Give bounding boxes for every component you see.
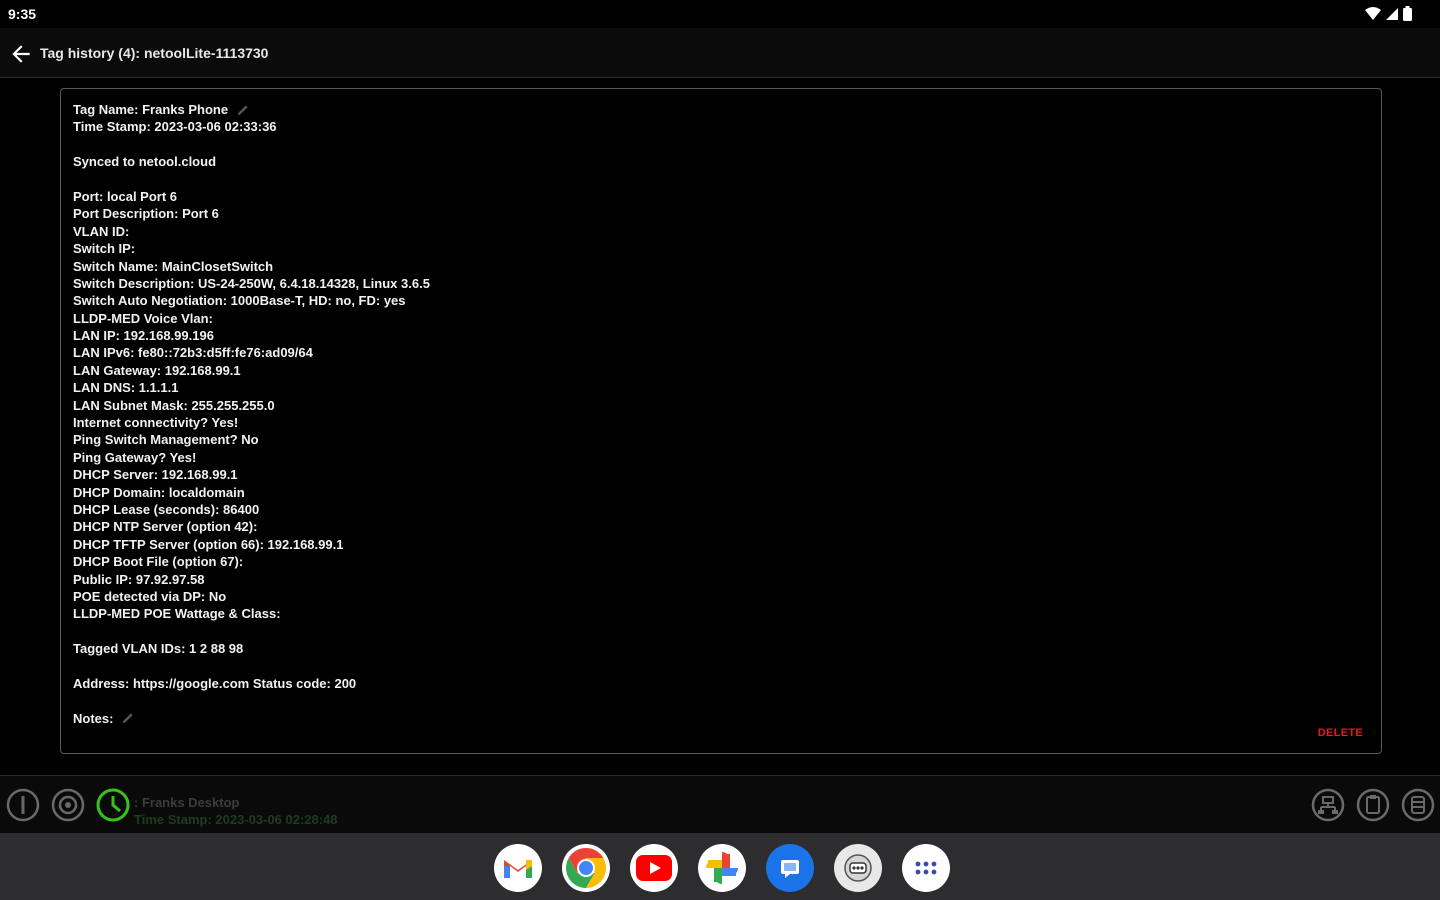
chrome-icon[interactable] — [562, 844, 610, 892]
detail-line: Port: local Port 6 — [73, 188, 178, 204]
address-status: Address: https://google.com Status code:… — [73, 675, 357, 691]
status-time: 9:35 — [8, 6, 37, 22]
detail-line: DHCP Boot File (option 67): — [73, 554, 244, 570]
detail-line: Switch IP: — [73, 241, 136, 257]
taskbar — [0, 833, 1440, 900]
edit-tag-name-icon[interactable] — [236, 103, 250, 117]
youtube-icon[interactable] — [630, 844, 678, 892]
detail-line: Switch Description: US-24-250W, 6.4.18.1… — [73, 275, 430, 291]
gmail-icon[interactable] — [494, 844, 542, 892]
status-bar: 9:35 — [0, 0, 1440, 28]
storage-icon[interactable] — [1401, 788, 1435, 822]
detail-line: Port Description: Port 6 — [73, 206, 219, 222]
page-title: Tag history (4): netoolLite-1113730 — [40, 45, 269, 61]
photos-icon[interactable] — [698, 844, 746, 892]
detail-line: Internet connectivity? Yes! — [73, 415, 239, 431]
tagged-vlans: Tagged VLAN IDs: 1 2 88 98 — [73, 641, 244, 657]
detail-line: DHCP Server: 192.168.99.1 — [73, 467, 238, 483]
synced-status: Synced to netool.cloud — [73, 154, 217, 170]
status-icons — [1365, 6, 1412, 21]
battery-icon — [1403, 6, 1412, 21]
network-icon[interactable] — [1311, 788, 1345, 822]
detail-list: Port: local Port 6 Port Description: Port… — [73, 188, 430, 623]
detail-line: Public IP: 97.92.97.58 — [73, 571, 205, 587]
signal-icon — [1386, 7, 1398, 20]
clipboard-icon[interactable] — [1356, 788, 1390, 822]
next-entry-time: Time Stamp: 2023-03-06 02:28:48 — [134, 812, 338, 827]
tag-name: Tag Name: Franks Phone — [73, 102, 229, 117]
detail-line: LLDP-MED Voice Vlan: — [73, 310, 213, 326]
detail-line: DHCP Lease (seconds): 86400 — [73, 501, 260, 517]
next-entry-name: : Franks Desktop — [134, 795, 240, 810]
detail-line: DHCP TFTP Server (option 66): 192.168.99… — [73, 536, 344, 552]
app-drawer-icon[interactable] — [902, 844, 950, 892]
next-entry-peek: : Franks Desktop Time Stamp: 2023-03-06 … — [134, 794, 338, 828]
messages-icon[interactable] — [766, 844, 814, 892]
detail-line: Switch Auto Negotiation: 1000Base-T, HD:… — [73, 293, 406, 309]
detail-line: LAN DNS: 1.1.1.1 — [73, 380, 179, 396]
detail-line: LAN IPv6: fe80::72b3:d5ff:fe76:ad09/64 — [73, 345, 313, 361]
tag-details: Tag Name: Franks Phone Time Stamp: 2023-… — [73, 101, 430, 727]
detail-line: POE detected via DP: No — [73, 588, 227, 604]
target-icon[interactable] — [51, 788, 85, 822]
detail-line: Ping Switch Management? No — [73, 432, 259, 448]
tag-name-line: Tag Name: Franks Phone — [73, 101, 430, 118]
edit-notes-icon[interactable] — [121, 711, 135, 725]
app-dock — [494, 844, 950, 892]
wifi-icon — [1365, 6, 1381, 20]
detail-line: DHCP Domain: localdomain — [73, 484, 245, 500]
app-bar: Tag history (4): netoolLite-1113730 — [0, 28, 1440, 78]
history-clock-icon[interactable] — [96, 788, 130, 822]
bottom-action-bar: : Franks Desktop Time Stamp: 2023-03-06 … — [0, 775, 1440, 833]
info-icon[interactable] — [6, 788, 40, 822]
detail-line: LAN Subnet Mask: 255.255.255.0 — [73, 397, 275, 413]
notes-label: Notes: — [73, 710, 114, 726]
tag-history-card: Tag Name: Franks Phone Time Stamp: 2023-… — [60, 88, 1382, 754]
detail-line: LAN IP: 192.168.99.196 — [73, 328, 214, 344]
detail-line: VLAN ID: — [73, 223, 130, 239]
detail-line: Ping Gateway? Yes! — [73, 449, 197, 465]
time-stamp: Time Stamp: 2023-03-06 02:33:36 — [73, 119, 277, 135]
detail-line: Switch Name: MainClosetSwitch — [73, 258, 274, 274]
netool-icon[interactable] — [834, 844, 882, 892]
detail-line: LAN Gateway: 192.168.99.1 — [73, 362, 241, 378]
delete-button[interactable]: DELETE — [1318, 727, 1363, 739]
back-arrow-icon[interactable] — [8, 41, 34, 67]
detail-line: DHCP NTP Server (option 42): — [73, 519, 258, 535]
notes-line: Notes: — [73, 710, 430, 727]
detail-line: LLDP-MED POE Wattage & Class: — [73, 606, 281, 622]
